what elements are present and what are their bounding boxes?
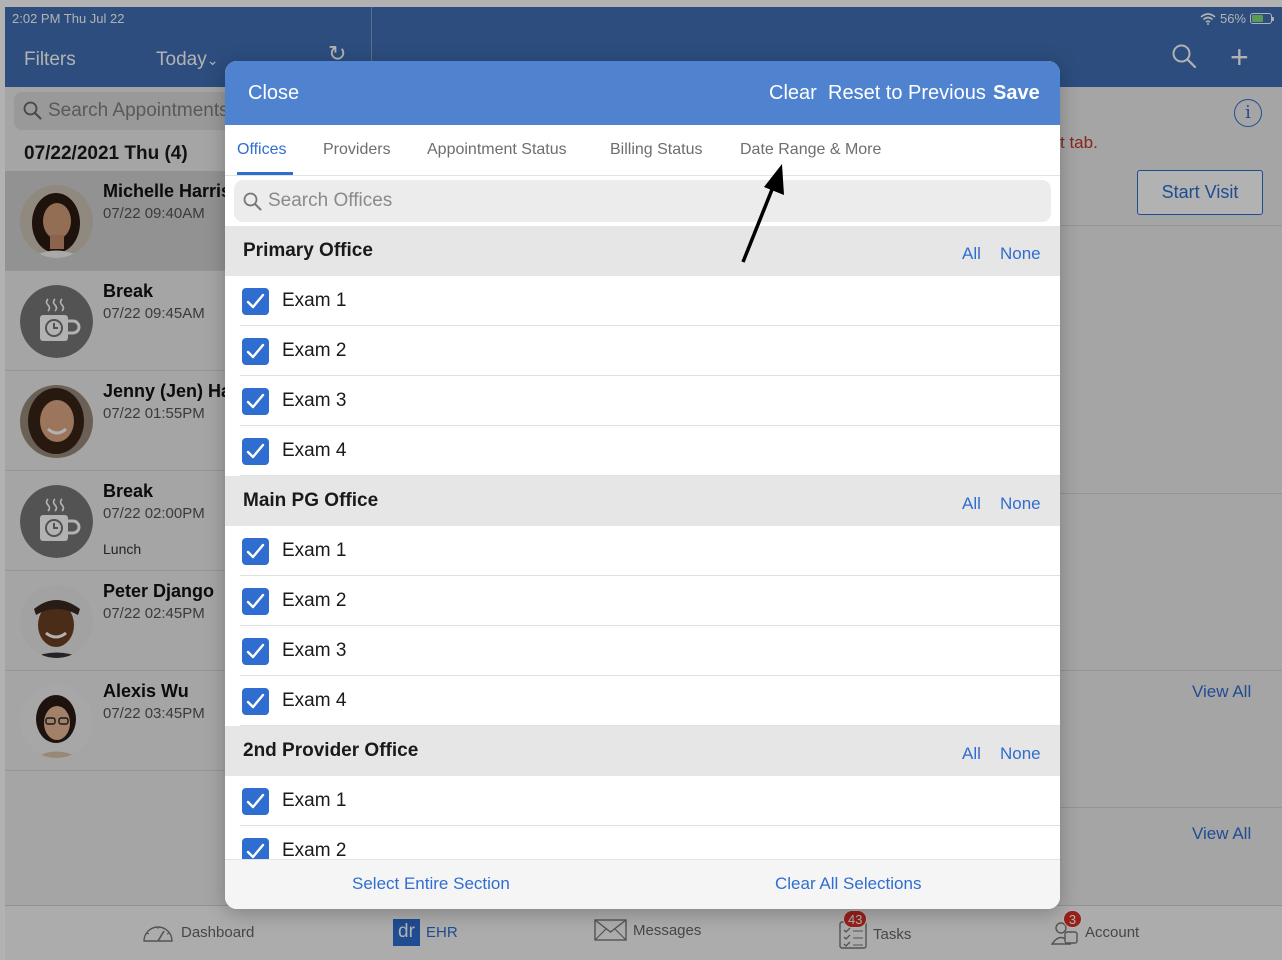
exam-room-checkbox[interactable] [242,788,269,815]
exam-room-row[interactable]: Exam 4 [225,676,1060,726]
tab-providers[interactable]: Providers [323,141,391,159]
exam-room-row[interactable]: Exam 2 [225,326,1060,376]
exam-room-row[interactable]: Exam 3 [225,626,1060,676]
exam-room-label: Exam 2 [282,340,347,361]
tab-date-range-more[interactable]: Date Range & More [740,141,881,159]
select-all-link[interactable]: All [962,244,981,264]
exam-room-checkbox[interactable] [242,588,269,615]
exam-room-label: Exam 4 [282,690,347,711]
exam-room-row[interactable]: Exam 3 [225,376,1060,426]
select-all-link[interactable]: All [962,494,981,514]
select-all-link[interactable]: All [962,744,981,764]
exam-room-checkbox[interactable] [242,438,269,465]
exam-room-checkbox[interactable] [242,538,269,565]
clear-button[interactable]: Clear [769,82,817,105]
office-search-input[interactable] [268,180,1038,222]
exam-room-label: Exam 3 [282,390,347,411]
exam-room-checkbox[interactable] [242,638,269,665]
close-button[interactable]: Close [248,82,299,105]
checkmark-icon [246,693,265,709]
exam-room-row[interactable]: Exam 1 [225,276,1060,326]
office-section-title: 2nd Provider Office [243,740,419,761]
select-none-link[interactable]: None [1000,244,1041,264]
tab-appointment-status[interactable]: Appointment Status [427,141,567,159]
office-section-header: Primary Office All None [225,226,1060,276]
exam-room-label: Exam 4 [282,440,347,461]
active-tab-indicator [237,172,293,175]
annotation-arrow-icon [741,164,784,263]
office-section-header: Main PG Office All None [225,476,1060,526]
checkmark-icon [246,343,265,359]
exam-room-checkbox[interactable] [242,338,269,365]
exam-room-checkbox[interactable] [242,688,269,715]
exam-room-row[interactable]: Exam 2 [225,826,1060,859]
checkmark-icon [246,793,265,809]
reset-to-previous-button[interactable]: Reset to Previous [828,82,986,105]
exam-room-row[interactable]: Exam 1 [225,776,1060,826]
modal-header: Close Clear Reset to Previous Save [225,61,1060,125]
filter-tabs: Offices Providers Appointment Status Bil… [225,125,1060,176]
exam-room-label: Exam 2 [282,840,347,859]
checkmark-icon [246,443,265,459]
modal-footer: Select Entire Section Clear All Selectio… [225,859,1060,909]
filters-modal: Close Clear Reset to Previous Save Offic… [225,61,1060,909]
checkmark-icon [246,293,265,309]
exam-room-label: Exam 1 [282,290,347,311]
exam-room-row[interactable]: Exam 4 [225,426,1060,476]
checkmark-icon [246,393,265,409]
checkmark-icon [246,843,265,859]
tab-offices[interactable]: Offices [237,141,287,159]
clear-all-selections-button[interactable]: Clear All Selections [775,874,921,894]
office-list: Primary Office All None Exam 1 Exam 2 Exam 3 E… [225,226,1060,859]
office-search-box [234,180,1051,222]
office-section-title: Primary Office [243,240,373,261]
exam-room-checkbox[interactable] [242,388,269,415]
exam-room-label: Exam 3 [282,640,347,661]
exam-room-label: Exam 2 [282,590,347,611]
exam-room-row[interactable]: Exam 2 [225,576,1060,626]
exam-room-label: Exam 1 [282,540,347,561]
exam-room-checkbox[interactable] [242,838,269,859]
checkmark-icon [246,643,265,659]
exam-room-row[interactable]: Exam 1 [225,526,1060,576]
tab-billing-status[interactable]: Billing Status [610,141,703,159]
save-button[interactable]: Save [993,82,1040,105]
checkmark-icon [246,593,265,609]
search-icon [243,192,262,211]
office-section-header: 2nd Provider Office All None [225,726,1060,776]
office-section-title: Main PG Office [243,490,379,511]
select-none-link[interactable]: None [1000,494,1041,514]
exam-room-checkbox[interactable] [242,288,269,315]
exam-room-label: Exam 1 [282,790,347,811]
checkmark-icon [246,543,265,559]
select-entire-section-button[interactable]: Select Entire Section [352,874,510,894]
select-none-link[interactable]: None [1000,744,1041,764]
